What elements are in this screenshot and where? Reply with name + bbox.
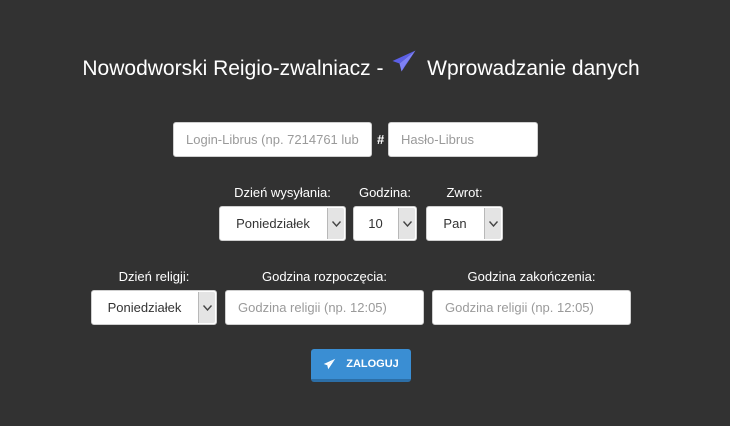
- end-time-label: Godzina zakończenia:: [467, 269, 596, 284]
- salutation-label: Zwrot:: [446, 185, 483, 200]
- send-day-select[interactable]: Poniedziałek: [219, 206, 346, 241]
- start-time-label: Godzina rozpoczęcia:: [261, 269, 387, 284]
- login-separator: #: [377, 132, 385, 147]
- religion-day-select[interactable]: Poniedziałek: [91, 290, 217, 325]
- religion-day-label: Dzień religji:: [118, 269, 190, 284]
- page-title-left: Nowodworski Reigio-zwalniacz -: [82, 57, 384, 81]
- chevron-down-icon[interactable]: [398, 208, 415, 239]
- page-title: Nowodworski Reigio-zwalniacz - Wprowadza…: [0, 49, 722, 87]
- hour-label: Godzina:: [358, 185, 412, 200]
- religion-day-value: Poniedziałek: [107, 300, 182, 315]
- chevron-down-icon[interactable]: [198, 292, 215, 323]
- login-button-label: ZALOGUJ: [346, 358, 399, 370]
- hour-value: 10: [368, 216, 383, 231]
- password-input[interactable]: [388, 122, 538, 157]
- login-input[interactable]: [173, 122, 372, 157]
- send-day-label: Dzień wysyłania:: [234, 185, 331, 200]
- salutation-value: Pan: [443, 216, 467, 231]
- salutation-select[interactable]: Pan: [426, 206, 503, 241]
- chevron-down-icon[interactable]: [327, 208, 344, 239]
- chevron-down-icon[interactable]: [484, 208, 501, 239]
- page-title-right: Wprowadzanie danych: [427, 57, 640, 81]
- send-day-value: Poniedziałek: [236, 216, 310, 231]
- login-button[interactable]: ZALOGUJ: [311, 349, 411, 382]
- start-time-input[interactable]: [225, 290, 424, 325]
- paper-plane-icon: [323, 358, 336, 370]
- end-time-input[interactable]: [432, 290, 631, 325]
- paper-plane-icon: [391, 49, 417, 84]
- hour-select[interactable]: 10: [353, 206, 417, 241]
